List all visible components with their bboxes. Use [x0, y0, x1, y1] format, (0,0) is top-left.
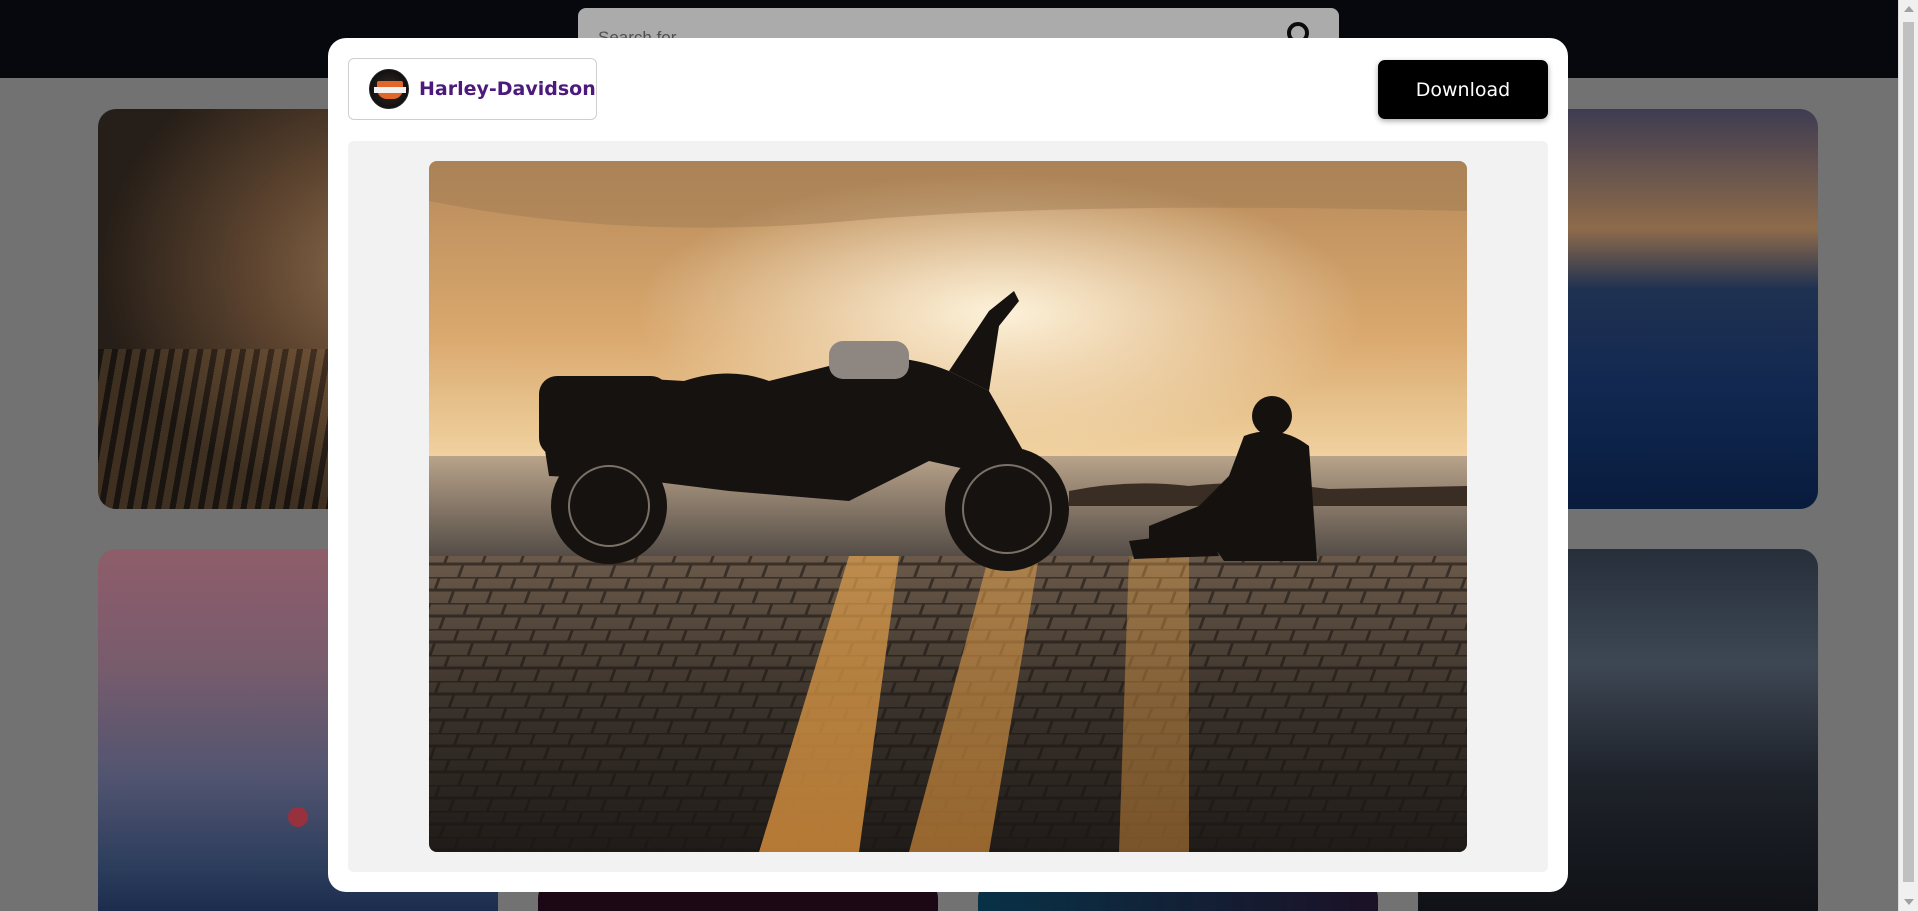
scroll-down-arrow-icon[interactable] [1904, 899, 1914, 905]
preview-photo [429, 161, 1467, 852]
download-button[interactable]: Download [1378, 60, 1548, 119]
motorcycle-sunset-illustration [429, 161, 1467, 852]
scroll-up-arrow-icon[interactable] [1904, 6, 1914, 12]
author-profile-link[interactable]: Harley-Davidson [348, 58, 597, 120]
image-preview-modal: Harley-Davidson Download [328, 38, 1568, 892]
page-scrollbar[interactable] [1898, 0, 1918, 911]
author-name: Harley-Davidson [419, 78, 596, 100]
scrollbar-thumb[interactable] [1903, 22, 1914, 882]
image-panel [348, 141, 1548, 872]
harley-davidson-logo-icon [369, 69, 409, 109]
